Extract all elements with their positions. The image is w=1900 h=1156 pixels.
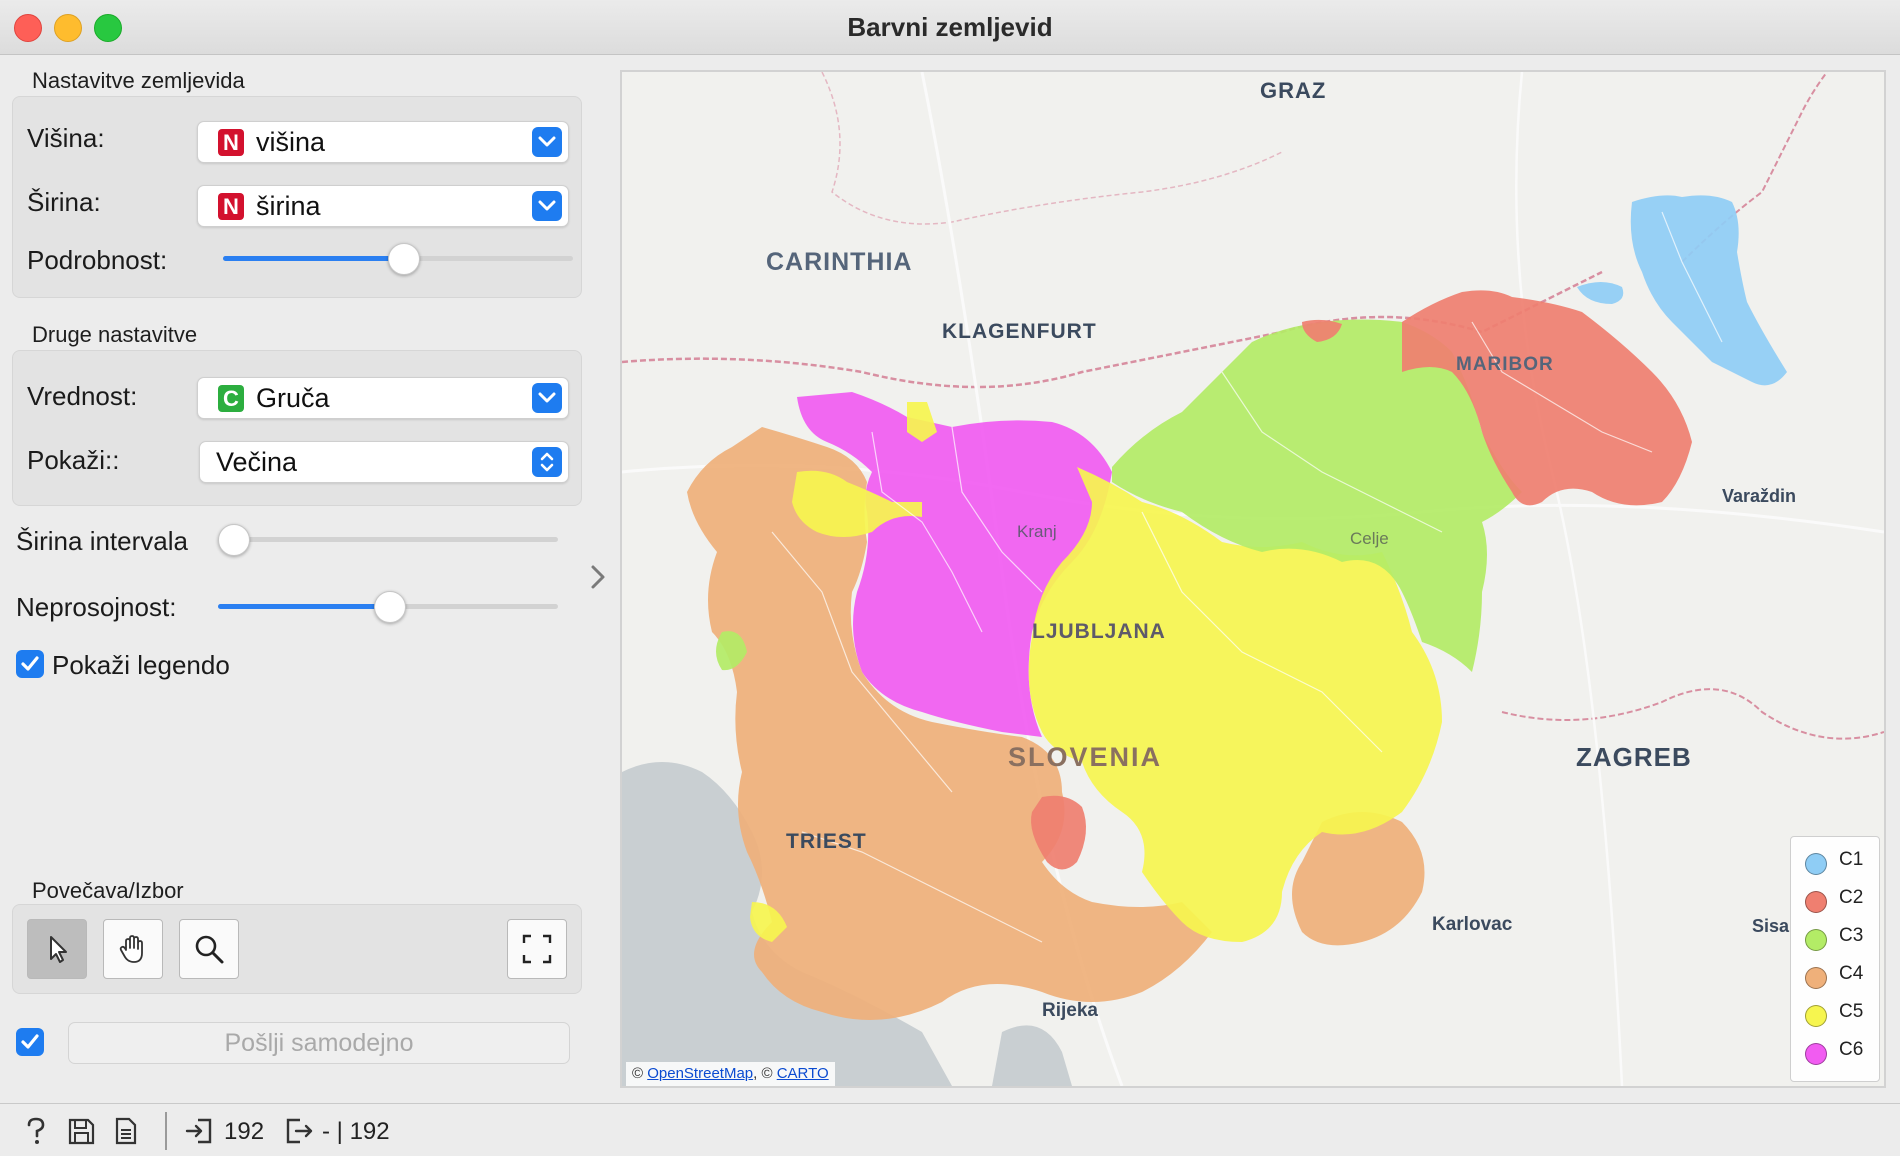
detail-slider-handle[interactable] xyxy=(388,243,420,275)
legend-swatch-c2 xyxy=(1805,891,1827,913)
latitude-combo[interactable]: N višina xyxy=(197,121,569,163)
bin-width-slider[interactable] xyxy=(218,524,558,556)
latitude-label: Višina: xyxy=(27,123,105,153)
map-label-ljubljana: LJUBLJANA xyxy=(1032,620,1166,643)
chevron-right-icon[interactable] xyxy=(586,562,610,592)
map-label-kranj: Kranj xyxy=(1017,522,1057,541)
input-count: 192 xyxy=(224,1118,265,1145)
map-label-maribor: MARIBOR xyxy=(1456,354,1554,375)
status-divider xyxy=(165,1112,167,1150)
fit-screen-icon[interactable] xyxy=(507,919,567,979)
detail-label: Podrobnost: xyxy=(27,245,168,275)
map-view[interactable]: GRAZ CARINTHIA KLAGENFURT MARIBOR Varažd… xyxy=(620,70,1886,1088)
latitude-value: višina xyxy=(256,127,326,157)
show-value: Večina xyxy=(216,447,298,477)
zoom-select-box xyxy=(12,904,582,994)
legend-swatch-c5 xyxy=(1805,1005,1827,1027)
chevron-down-icon xyxy=(532,191,562,221)
output-data-icon xyxy=(284,1116,314,1151)
opacity-slider-handle[interactable] xyxy=(374,591,406,623)
status-bar: 192 - | 192 xyxy=(0,1103,1900,1156)
legend-label: C5 xyxy=(1839,1001,1864,1022)
legend-swatch-c3 xyxy=(1805,929,1827,951)
legend-swatch-c4 xyxy=(1805,967,1827,989)
opacity-label: Neprosojnost: xyxy=(16,592,177,622)
help-icon[interactable] xyxy=(22,1116,50,1151)
openstreetmap-link[interactable]: OpenStreetMap xyxy=(647,1065,753,1082)
other-settings-box: Vrednost: C Gruča Pokaži:: Večina xyxy=(12,350,582,506)
legend-label: C4 xyxy=(1839,963,1864,984)
value-combo[interactable]: C Gruča xyxy=(197,377,569,419)
map-label-klagenfurt: KLAGENFURT xyxy=(942,320,1097,343)
map-label-varazdin: Varaždin xyxy=(1722,486,1797,506)
show-legend-label: Pokaži legendo xyxy=(52,650,230,680)
attribution-separator: , © xyxy=(753,1065,773,1082)
map-label-graz: GRAZ xyxy=(1260,78,1327,103)
value-value: Gruča xyxy=(256,383,330,413)
categorical-type-icon: C xyxy=(218,385,244,412)
legend-label: C1 xyxy=(1839,849,1864,870)
map-label-triest: TRIEST xyxy=(786,830,867,853)
zoom-magnifier-icon[interactable] xyxy=(179,919,239,979)
pan-hand-icon[interactable] xyxy=(103,919,163,979)
carto-link[interactable]: CARTO xyxy=(777,1065,829,1082)
other-settings-title: Druge nastavitve xyxy=(32,322,198,347)
copyright-symbol: © xyxy=(632,1065,644,1082)
map-label-carinthia: CARINTHIA xyxy=(766,248,913,276)
opacity-slider[interactable] xyxy=(218,591,558,623)
map-attribution: © OpenStreetMap, © CARTO xyxy=(626,1062,835,1086)
legend-label: C6 xyxy=(1839,1039,1864,1060)
map-label-sisak: Sisa xyxy=(1752,916,1790,936)
map-label-slovenia: SLOVENIA xyxy=(1008,742,1163,772)
save-icon[interactable] xyxy=(66,1116,96,1151)
legend-label: C3 xyxy=(1839,925,1864,946)
send-automatically-button[interactable]: Pošlji samodejno xyxy=(68,1022,570,1064)
map-settings-title: Nastavitve zemljevida xyxy=(32,68,245,93)
map-label-rijeka: Rijeka xyxy=(1042,1000,1098,1021)
chevron-down-icon xyxy=(532,127,562,157)
show-legend-checkbox[interactable] xyxy=(16,650,44,678)
value-label: Vrednost: xyxy=(27,381,138,411)
output-count: - | 192 xyxy=(322,1118,390,1145)
numeric-type-icon: N xyxy=(218,193,244,220)
input-data-icon xyxy=(184,1116,214,1151)
legend-swatch-c6 xyxy=(1805,1043,1827,1065)
legend-item: C5 xyxy=(1805,999,1884,1029)
map-label-celje: Celje xyxy=(1350,529,1389,548)
show-combo[interactable]: Večina xyxy=(199,441,569,483)
map-label-karlovac: Karlovac xyxy=(1432,914,1513,935)
map-canvas xyxy=(622,72,1884,1086)
legend-item: C2 xyxy=(1805,885,1884,915)
map-settings-box: Višina: N višina Širina: N širina Podrob… xyxy=(12,96,582,298)
select-pointer-icon[interactable] xyxy=(27,919,87,979)
legend-item: C6 xyxy=(1805,1037,1884,1067)
longitude-combo[interactable]: N širina xyxy=(197,185,569,227)
report-icon[interactable] xyxy=(112,1116,140,1151)
title-bar: Barvni zemljevid xyxy=(0,0,1900,55)
longitude-label: Širina: xyxy=(27,187,101,217)
legend-item: C1 xyxy=(1805,847,1884,877)
detail-slider[interactable] xyxy=(223,243,573,275)
zoom-select-title: Povečava/Izbor xyxy=(32,878,184,903)
window-title: Barvni zemljevid xyxy=(847,12,1053,42)
send-automatically-checkbox[interactable] xyxy=(16,1028,44,1056)
chevron-down-icon xyxy=(532,383,562,413)
legend-label: C2 xyxy=(1839,887,1864,908)
numeric-type-icon: N xyxy=(218,129,244,156)
bin-width-label: Širina intervala xyxy=(16,526,188,556)
show-label: Pokaži:: xyxy=(27,445,120,475)
legend-item: C4 xyxy=(1805,961,1884,991)
updown-chevron-icon xyxy=(532,447,562,477)
app-window: Barvni zemljevid Nastavitve zemljevida V… xyxy=(0,0,1900,1156)
bin-width-slider-handle[interactable] xyxy=(218,524,250,556)
legend-swatch-c1 xyxy=(1805,853,1827,875)
map-legend: C1 C2 C3 C4 C5 C6 xyxy=(1790,836,1880,1082)
legend-item: C3 xyxy=(1805,923,1884,953)
longitude-value: širina xyxy=(256,191,321,221)
map-label-zagreb: ZAGREB xyxy=(1576,742,1692,772)
